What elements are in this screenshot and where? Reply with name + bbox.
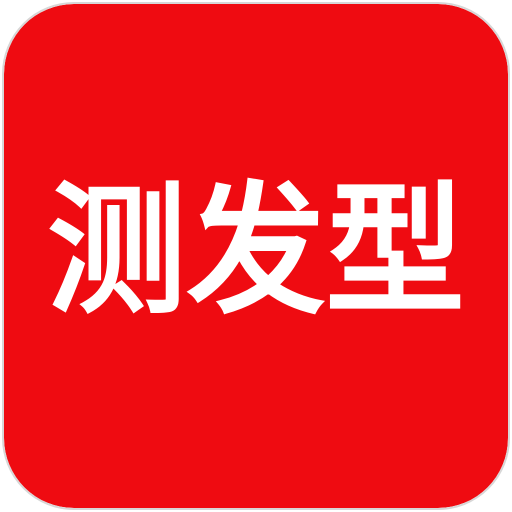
app-icon-label: 测发型 (47, 169, 465, 334)
icon-canvas: 测发型 (0, 0, 512, 512)
app-icon[interactable]: 测发型 (2, 2, 510, 510)
app-icon-tile: 测发型 (4, 4, 508, 508)
